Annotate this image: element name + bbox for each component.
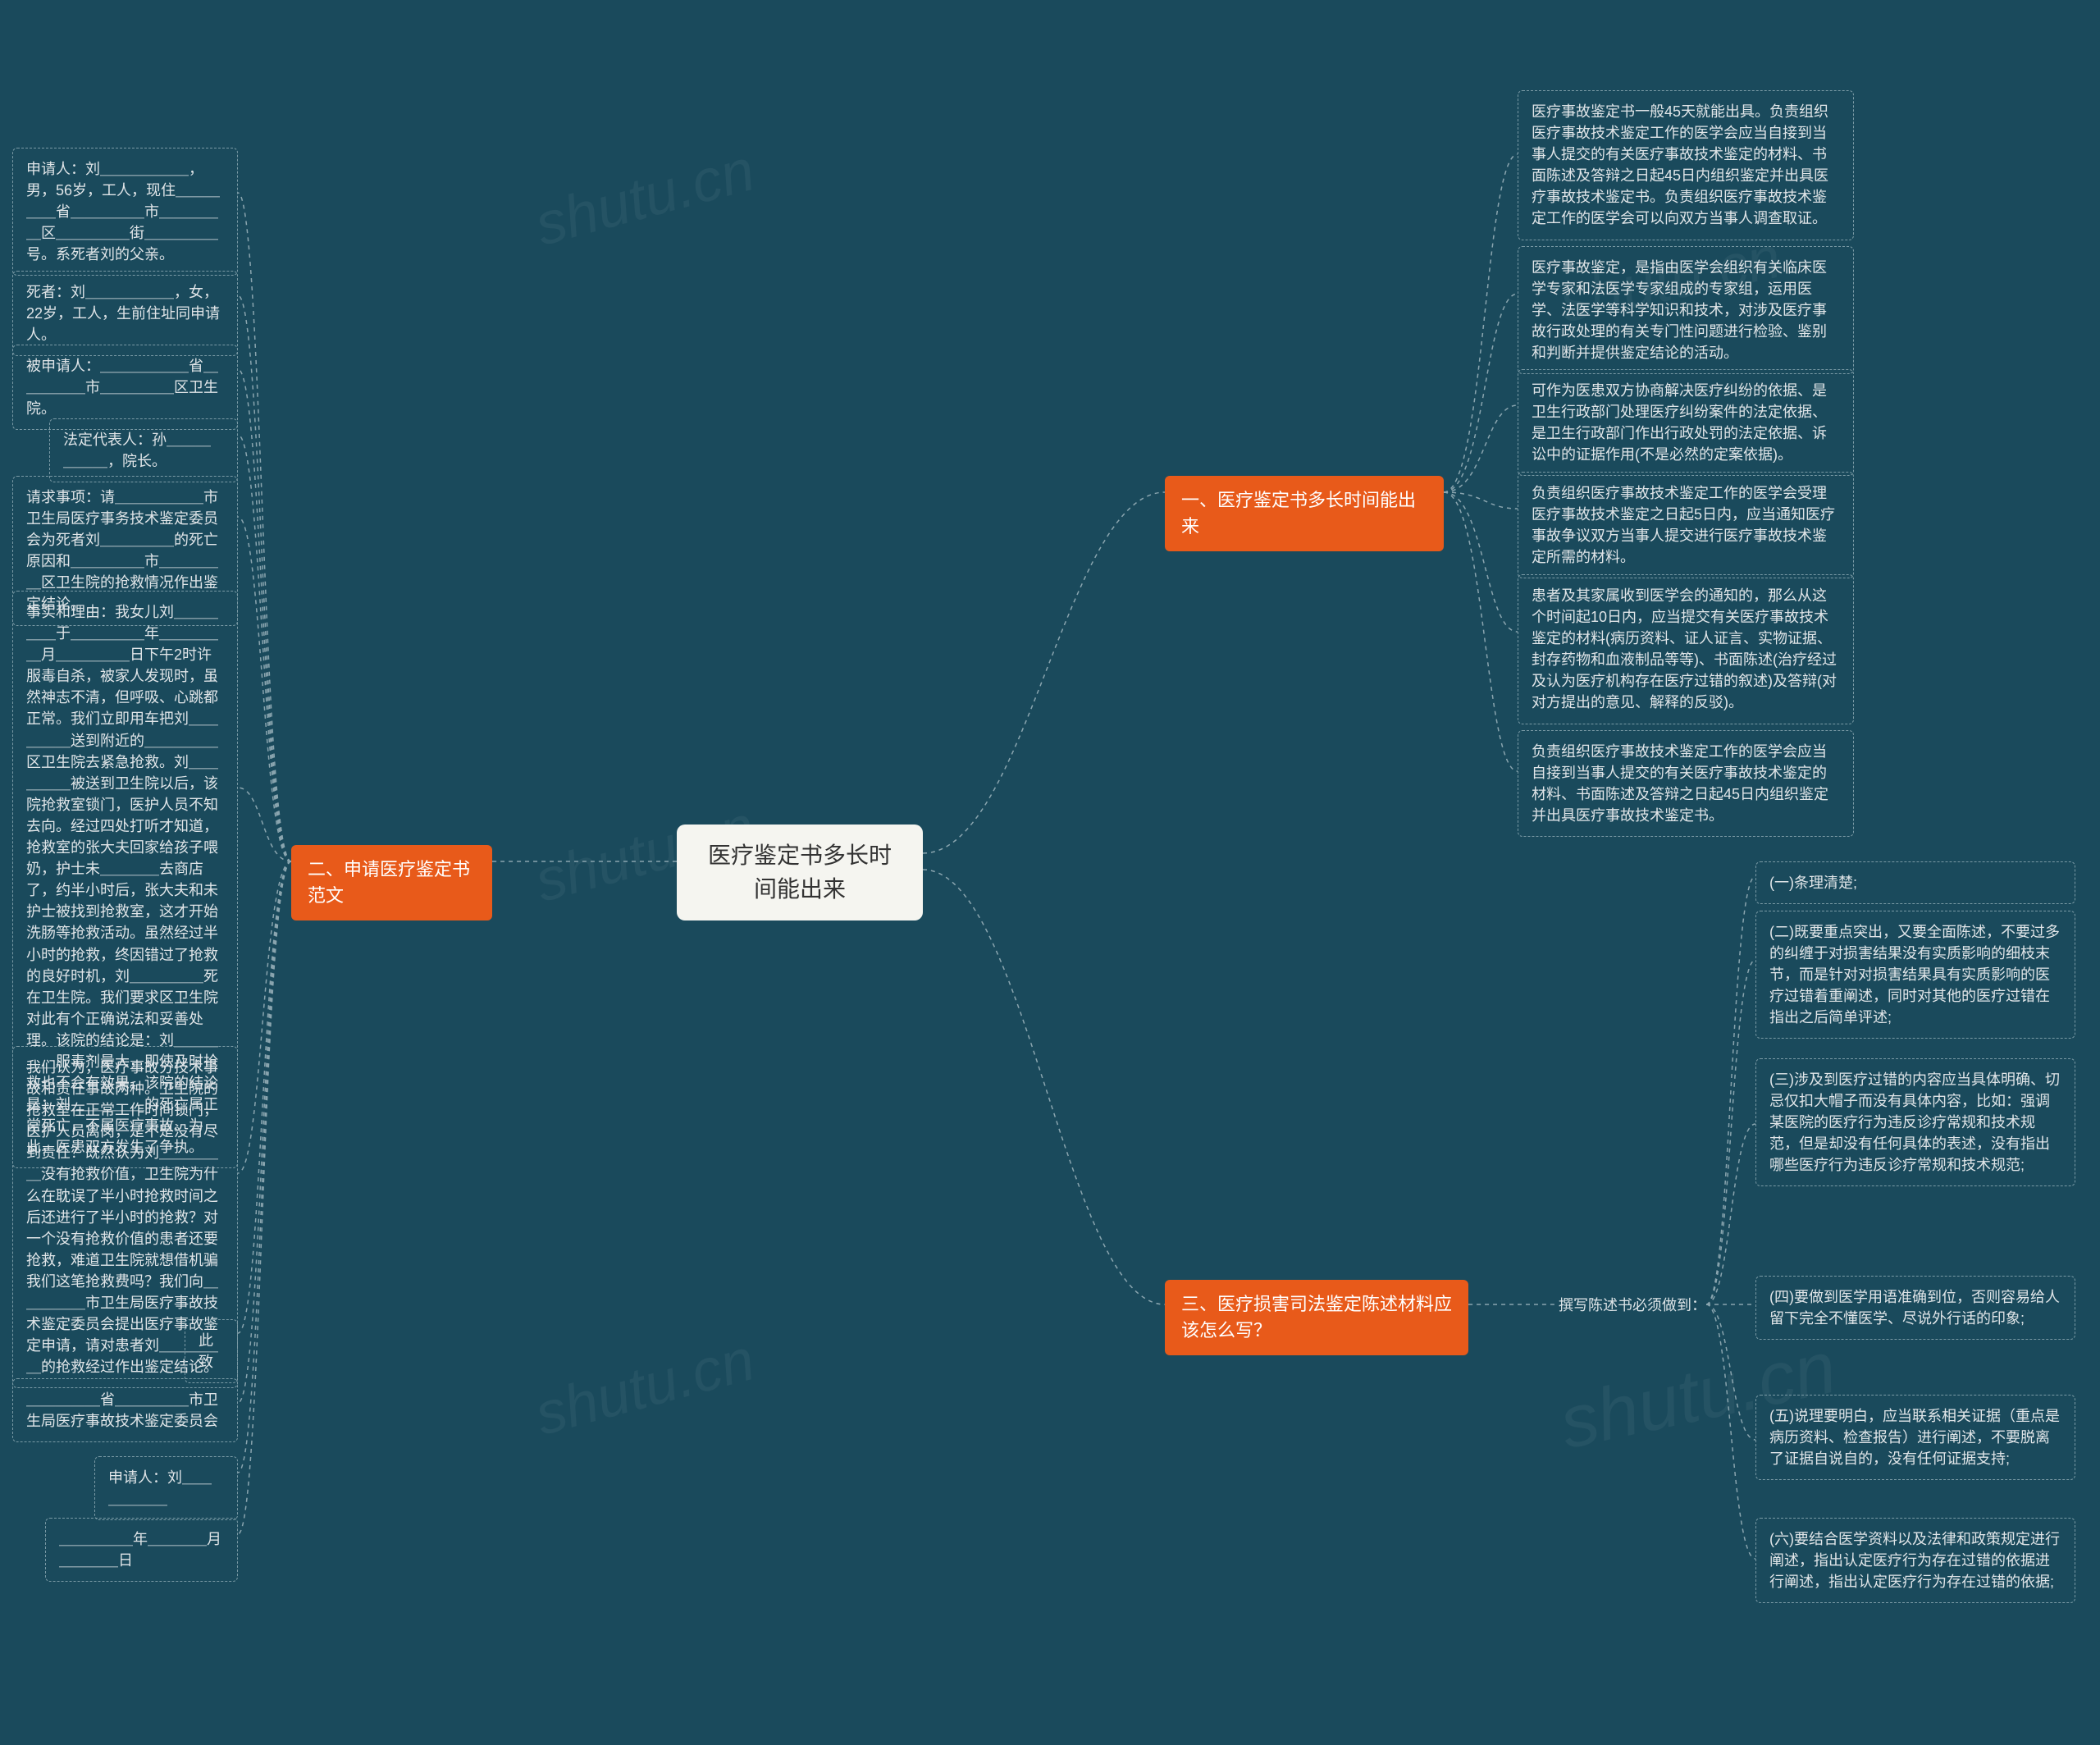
leaf-b2-3[interactable]: 法定代表人：孙＿＿＿＿＿＿，院长。 xyxy=(49,418,238,482)
leaf-b3-4[interactable]: (五)说理要明白，应当联系相关证据（重点是病历资料、检查报告）进行阐述，不要脱离… xyxy=(1755,1395,2075,1480)
leaf-b2-2[interactable]: 被申请人：＿＿＿＿＿＿省＿＿＿＿＿市＿＿＿＿＿区卫生院。 xyxy=(12,345,238,430)
leaf-text: 死者：刘＿＿＿＿＿＿，女，22岁，工人，生前住址同申请人。 xyxy=(26,284,220,343)
leaf-text: 可作为医患双方协商解决医疗纠纷的依据、是卫生行政部门处理医疗纠纷案件的法定依据、… xyxy=(1532,382,1827,463)
branch-2-label: 二、申请医疗鉴定书范文 xyxy=(308,859,470,906)
leaf-text: 法定代表人：孙＿＿＿＿＿＿，院长。 xyxy=(63,432,211,469)
watermark: shutu.cn xyxy=(528,1326,761,1449)
leaf-b1-2[interactable]: 可作为医患双方协商解决医疗纠纷的依据、是卫生行政部门处理医疗纠纷案件的法定依据、… xyxy=(1518,369,1854,476)
leaf-text: 被申请人：＿＿＿＿＿＿省＿＿＿＿＿市＿＿＿＿＿区卫生院。 xyxy=(26,358,218,417)
center-topic-text: 医疗鉴定书多长时间能出来 xyxy=(708,843,892,902)
leaf-b3-2[interactable]: (三)涉及到医疗过错的内容应当具体明确、切忌仅扣大帽子而没有具体内容，比如：强调… xyxy=(1755,1058,2075,1186)
branch-3-sublabel: 撰写陈述书必须做到： xyxy=(1559,1295,1706,1316)
leaf-b2-1[interactable]: 死者：刘＿＿＿＿＿＿，女，22岁，工人，生前住址同申请人。 xyxy=(12,271,238,356)
leaf-text: 医疗事故鉴定书一般45天就能出具。负责组织医疗事故技术鉴定工作的医学会应当自接到… xyxy=(1532,103,1828,226)
leaf-text: ＿＿＿＿＿年＿＿＿＿月＿＿＿＿日 xyxy=(59,1531,221,1569)
leaf-text: ＿＿＿＿＿省＿＿＿＿＿市卫生局医疗事故技术鉴定委员会 xyxy=(26,1391,218,1429)
branch-2[interactable]: 二、申请医疗鉴定书范文 xyxy=(291,845,492,920)
leaf-b1-3[interactable]: 负责组织医疗事故技术鉴定工作的医学会受理医疗事故技术鉴定之日起5日内，应当通知医… xyxy=(1518,472,1854,578)
leaf-text: (四)要做到医学用语准确到位，否则容易给人留下完全不懂医学、尽说外行话的印象; xyxy=(1769,1289,2060,1327)
branch-1[interactable]: 一、医疗鉴定书多长时间能出来 xyxy=(1165,476,1444,551)
leaf-b2-0[interactable]: 申请人：刘＿＿＿＿＿＿，男，56岁，工人，现住＿＿＿＿＿省＿＿＿＿＿市＿＿＿＿＿… xyxy=(12,148,238,276)
center-topic[interactable]: 医疗鉴定书多长时间能出来 xyxy=(677,825,923,920)
leaf-b3-5[interactable]: (六)要结合医学资料以及法律和政策规定进行阐述，指出认定医疗行为存在过错的依据进… xyxy=(1755,1518,2075,1603)
leaf-b3-1[interactable]: (二)既要重点突出，又要全面陈述，不要过多的纠缠于对损害结果没有实质影响的细枝末… xyxy=(1755,911,2075,1039)
leaf-b1-4[interactable]: 患者及其家属收到医学会的通知的，那么从这个时间起10日内，应当提交有关医疗事故技… xyxy=(1518,574,1854,724)
leaf-text: 负责组织医疗事故技术鉴定工作的医学会受理医疗事故技术鉴定之日起5日内，应当通知医… xyxy=(1532,485,1835,565)
leaf-text: 此致 xyxy=(199,1332,213,1370)
leaf-b2-7[interactable]: 此致 xyxy=(185,1319,238,1383)
watermark: shutu.cn xyxy=(528,136,761,259)
branch-1-label: 一、医疗鉴定书多长时间能出来 xyxy=(1181,490,1416,537)
leaf-text: (五)说理要明白，应当联系相关证据（重点是病历资料、检查报告）进行阐述，不要脱离… xyxy=(1769,1408,2060,1467)
leaf-text: (六)要结合医学资料以及法律和政策规定进行阐述，指出认定医疗行为存在过错的依据进… xyxy=(1769,1531,2060,1590)
leaf-b2-8[interactable]: ＿＿＿＿＿省＿＿＿＿＿市卫生局医疗事故技术鉴定委员会 xyxy=(12,1378,238,1442)
leaf-b2-10[interactable]: ＿＿＿＿＿年＿＿＿＿月＿＿＿＿日 xyxy=(45,1518,238,1582)
leaf-b3-0[interactable]: (一)条理清楚; xyxy=(1755,861,2075,904)
leaf-text: 负责组织医疗事故技术鉴定工作的医学会应当自接到当事人提交的有关医疗事故技术鉴定的… xyxy=(1532,743,1828,824)
leaf-text: 申请人：刘＿＿＿＿＿＿ xyxy=(108,1469,212,1507)
leaf-b3-3[interactable]: (四)要做到医学用语准确到位，否则容易给人留下完全不懂医学、尽说外行话的印象; xyxy=(1755,1276,2075,1340)
branch-3-label: 三、医疗损害司法鉴定陈述材料应该怎么写？ xyxy=(1181,1294,1452,1341)
leaf-b1-1[interactable]: 医疗事故鉴定，是指由医学会组织有关临床医学专家和法医学专家组成的专家组，运用医学… xyxy=(1518,246,1854,374)
sublabel-text: 撰写陈述书必须做到： xyxy=(1559,1297,1706,1313)
leaf-b2-9[interactable]: 申请人：刘＿＿＿＿＿＿ xyxy=(94,1456,238,1520)
leaf-text: 患者及其家属收到医学会的通知的，那么从这个时间起10日内，应当提交有关医疗事故技… xyxy=(1532,587,1837,710)
leaf-text: 医疗事故鉴定，是指由医学会组织有关临床医学专家和法医学专家组成的专家组，运用医学… xyxy=(1532,259,1827,361)
leaf-b1-0[interactable]: 医疗事故鉴定书一般45天就能出具。负责组织医疗事故技术鉴定工作的医学会应当自接到… xyxy=(1518,90,1854,240)
leaf-b1-5[interactable]: 负责组织医疗事故技术鉴定工作的医学会应当自接到当事人提交的有关医疗事故技术鉴定的… xyxy=(1518,730,1854,837)
branch-3[interactable]: 三、医疗损害司法鉴定陈述材料应该怎么写？ xyxy=(1165,1280,1468,1355)
leaf-text: 申请人：刘＿＿＿＿＿＿，男，56岁，工人，现住＿＿＿＿＿省＿＿＿＿＿市＿＿＿＿＿… xyxy=(26,161,220,263)
leaf-text: (三)涉及到医疗过错的内容应当具体明确、切忌仅扣大帽子而没有具体内容，比如：强调… xyxy=(1769,1071,2060,1173)
leaf-text: (二)既要重点突出，又要全面陈述，不要过多的纠缠于对损害结果没有实质影响的细枝末… xyxy=(1769,924,2060,1026)
leaf-text: (一)条理清楚; xyxy=(1769,875,1857,891)
